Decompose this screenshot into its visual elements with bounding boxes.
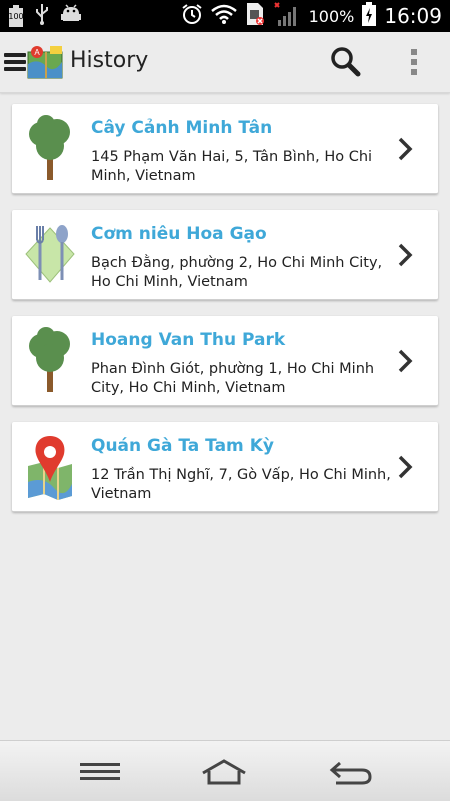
back-icon[interactable] — [326, 755, 374, 789]
list-item[interactable]: Cơm niêu Hoa Gạo Bạch Đằng, phường 2, Ho… — [12, 210, 438, 300]
item-address: Phan Đình Giót, phường 1, Ho Chi Minh Ci… — [91, 361, 375, 396]
chevron-right-icon — [396, 348, 414, 374]
item-title: Hoang Van Thu Park — [91, 330, 286, 350]
chevron-right-icon — [396, 454, 414, 480]
svg-text:A: A — [34, 48, 40, 57]
search-icon[interactable] — [326, 42, 366, 82]
tree-icon — [24, 114, 76, 182]
list-item[interactable]: Cây Cảnh Minh Tân 145 Phạm Văn Hai, 5, T… — [12, 104, 438, 194]
android-debug-icon — [60, 3, 82, 29]
recent-apps-icon[interactable] — [76, 755, 124, 789]
menu-icon[interactable] — [4, 52, 26, 72]
item-address: Bạch Đằng, phường 2, Ho Chi Minh City, H… — [91, 255, 383, 290]
item-address: 145 Phạm Văn Hai, 5, Tân Bình, Ho Chi Mi… — [91, 149, 373, 184]
battery-100-icon: 100 — [8, 5, 24, 27]
sim-icon — [245, 2, 265, 30]
page-title: History — [70, 48, 149, 73]
battery-percent: 100% — [308, 6, 355, 26]
map-pin-icon — [24, 432, 76, 500]
clock: 16:09 — [384, 4, 442, 28]
chevron-right-icon — [396, 136, 414, 162]
list-item[interactable]: Hoang Van Thu Park Phan Đình Giót, phườn… — [12, 316, 438, 406]
app-bar: A History — [0, 32, 450, 93]
item-address: 12 Trần Thị Nghĩ, 7, Gò Vấp, Ho Chi Minh… — [91, 467, 391, 502]
signal-icon — [273, 2, 301, 30]
item-title: Cây Cảnh Minh Tân — [91, 118, 273, 138]
status-bar: 100 100% 16:09 — [0, 0, 450, 32]
battery-small-label: 100 — [8, 12, 24, 21]
usb-icon — [34, 3, 50, 29]
home-icon[interactable] — [200, 755, 248, 789]
list-item[interactable]: Quán Gà Ta Tam Kỳ 12 Trần Thị Nghĩ, 7, G… — [12, 422, 438, 512]
alarm-icon — [181, 3, 203, 29]
app-logo-icon[interactable]: A — [26, 44, 64, 80]
navigation-bar — [0, 740, 450, 801]
item-title: Cơm niêu Hoa Gạo — [91, 224, 267, 244]
overflow-menu-icon[interactable] — [402, 44, 426, 80]
chevron-right-icon — [396, 242, 414, 268]
battery-charging-icon — [362, 2, 377, 30]
wifi-icon — [210, 4, 237, 28]
restaurant-icon — [24, 220, 76, 288]
history-list: Cây Cảnh Minh Tân 145 Phạm Văn Hai, 5, T… — [12, 104, 438, 528]
item-title: Quán Gà Ta Tam Kỳ — [91, 436, 274, 456]
tree-icon — [24, 326, 76, 394]
